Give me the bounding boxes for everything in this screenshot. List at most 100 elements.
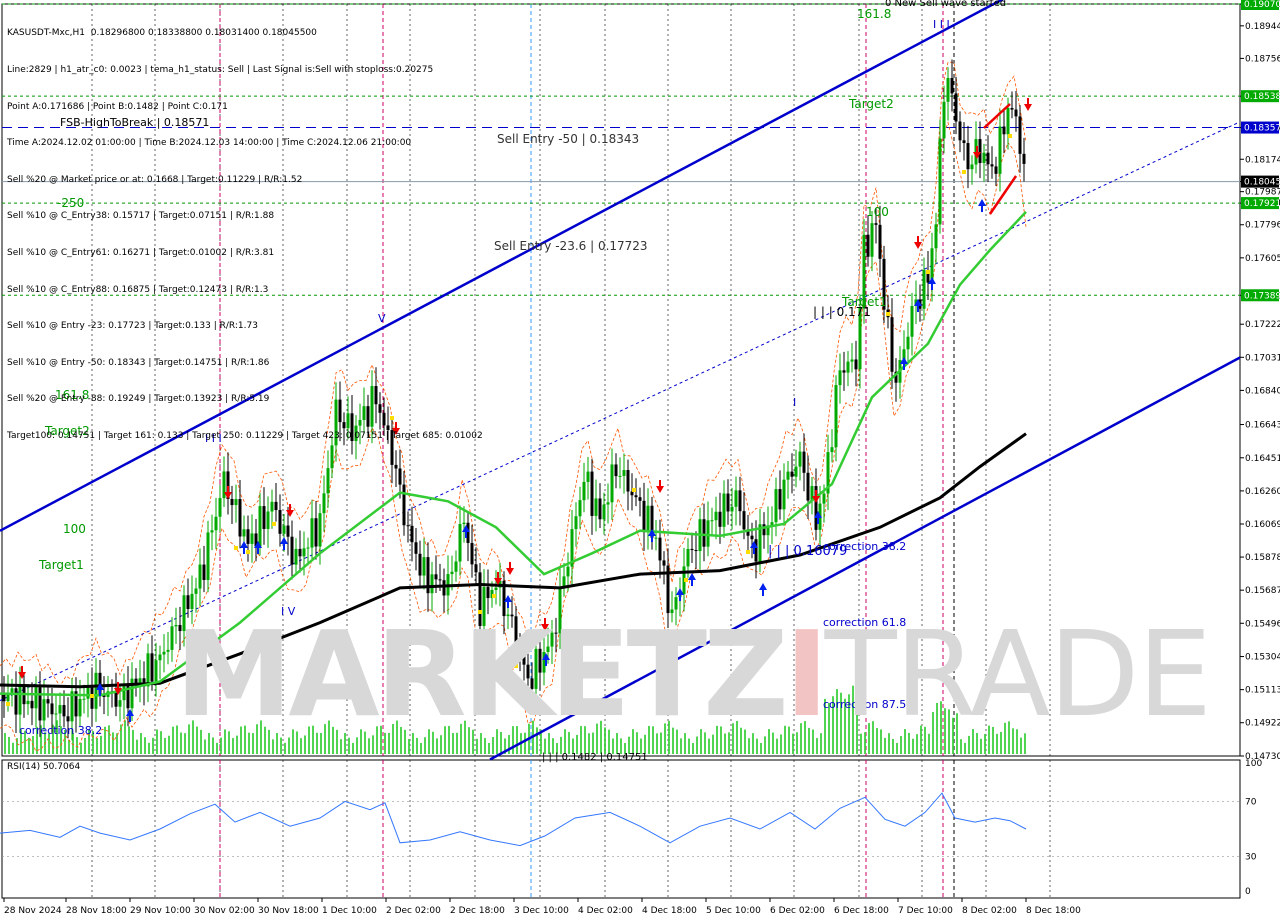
candle-body xyxy=(474,564,478,573)
candle-body xyxy=(946,78,950,102)
volume-bar xyxy=(692,743,694,754)
candle-body xyxy=(718,511,722,527)
candle-body xyxy=(830,447,834,453)
volume-bar xyxy=(12,742,14,754)
candle-body xyxy=(46,699,50,704)
candle-body xyxy=(318,513,322,547)
candle-body xyxy=(430,574,434,594)
candle-body xyxy=(890,317,894,372)
candle-body xyxy=(642,500,646,533)
candle-body xyxy=(662,560,666,566)
red-trend-line xyxy=(983,103,1011,129)
price-level-badge-label: 0.17921 xyxy=(1244,199,1280,209)
x-tick-label: 30 Nov 02:00 xyxy=(194,906,255,916)
candle-body xyxy=(986,152,990,165)
volume-bar xyxy=(488,742,490,754)
buy-arrow-icon xyxy=(978,199,986,212)
candle-body xyxy=(278,510,282,534)
signal-marker xyxy=(632,488,636,492)
candle-body xyxy=(406,525,410,527)
candle-body xyxy=(438,579,442,581)
volume-bar xyxy=(172,726,174,754)
candle-body xyxy=(586,471,590,482)
candle-body xyxy=(710,520,714,522)
y-tick-label: 0.15878 xyxy=(1245,553,1280,563)
candle-body xyxy=(54,713,58,715)
volume-bar xyxy=(4,733,6,754)
sell-arrow-icon xyxy=(914,236,922,249)
volume-bar xyxy=(896,742,898,754)
y-tick-label: 0.16069 xyxy=(1245,520,1280,530)
y-tick-label: 0.17987 xyxy=(1245,188,1280,198)
candle-body xyxy=(626,470,630,492)
candle-body xyxy=(322,493,326,514)
candle-body xyxy=(850,359,854,362)
candle-body xyxy=(194,588,198,594)
candle-body xyxy=(594,498,598,516)
volume-bar xyxy=(28,737,30,754)
candle-body xyxy=(154,660,158,682)
candle-body xyxy=(234,499,238,506)
x-tick-label: 5 Dec 10:00 xyxy=(706,906,761,916)
candle-body xyxy=(954,93,958,122)
chart-annotation: 100 xyxy=(866,205,889,219)
info-line: Sell %10 @ C_Entry88: 0.16875 | Target:0… xyxy=(7,284,269,295)
candle-body xyxy=(786,471,790,480)
y-tick-label: 0.15496 xyxy=(1245,619,1280,629)
candle-body xyxy=(998,126,1002,174)
x-tick-label: 28 Nov 18:00 xyxy=(66,906,127,916)
candle-body xyxy=(694,550,698,552)
y-tick-label: 0.15304 xyxy=(1245,653,1280,663)
candle-body xyxy=(294,548,298,565)
candle-body xyxy=(170,626,174,650)
candle-body xyxy=(614,464,618,477)
x-tick-label: 6 Dec 02:00 xyxy=(770,906,825,916)
volume-bar xyxy=(116,733,118,754)
x-tick-label: 30 Nov 18:00 xyxy=(258,906,319,916)
y-tick-label: 0.17222 xyxy=(1245,320,1280,330)
y-tick-label: 0.18756 xyxy=(1245,54,1280,64)
candle-body xyxy=(1010,108,1014,110)
sell-arrow-icon xyxy=(656,480,664,493)
x-tick-label: 2 Dec 18:00 xyxy=(450,906,505,916)
y-tick-label: 0.18944 xyxy=(1245,22,1280,32)
candle-body xyxy=(966,143,970,170)
candle-body xyxy=(1018,116,1022,154)
candle-body xyxy=(250,533,254,544)
candle-body xyxy=(910,305,914,337)
candle-body xyxy=(646,505,650,533)
info-line: Time A:2024.12.02 01:00:00 | Time B:2024… xyxy=(7,138,412,149)
rsi-axis-label: 100 xyxy=(1245,759,1262,769)
buy-arrow-icon xyxy=(280,537,288,550)
candle-body xyxy=(86,686,90,699)
buy-arrow-icon xyxy=(759,583,767,596)
y-tick-label: 0.16643 xyxy=(1245,421,1280,431)
price-level-badge-label: 0.18357 xyxy=(1244,124,1280,134)
candle-body xyxy=(14,688,18,715)
candle-body xyxy=(762,524,766,536)
candle-body xyxy=(922,269,926,309)
volume-bar xyxy=(140,733,142,754)
rsi-line xyxy=(0,792,1027,847)
signal-marker xyxy=(90,694,94,698)
sell-arrow-icon xyxy=(506,562,514,575)
candle-body xyxy=(566,566,570,577)
candle-body xyxy=(18,684,22,715)
symbol-line: KASUSDT-Mxc,H1 0.18296800 0.18338800 0.1… xyxy=(7,28,317,39)
price-level-badge-label: 0.18045 xyxy=(1244,178,1280,188)
candle-body xyxy=(302,548,306,557)
chart-annotation: Sell Entry -50 | 0.18343 xyxy=(497,132,639,146)
y-tick-label: 0.16451 xyxy=(1245,454,1280,464)
x-tick-label: 1 Dec 10:00 xyxy=(322,906,377,916)
chart-annotation: 161.8 xyxy=(857,7,891,21)
volume-bar xyxy=(8,736,10,754)
candle-body xyxy=(622,470,626,476)
signal-marker xyxy=(926,270,930,274)
x-tick-label: 4 Dec 18:00 xyxy=(642,906,697,916)
candle-body xyxy=(590,471,594,516)
info-line: Sell %10 @ Entry -50: 0.18343 | Target:0… xyxy=(7,357,270,368)
candle-body xyxy=(306,547,310,549)
candle-body xyxy=(434,574,438,580)
x-tick-label: 3 Dec 10:00 xyxy=(514,906,569,916)
signal-marker xyxy=(272,522,276,526)
